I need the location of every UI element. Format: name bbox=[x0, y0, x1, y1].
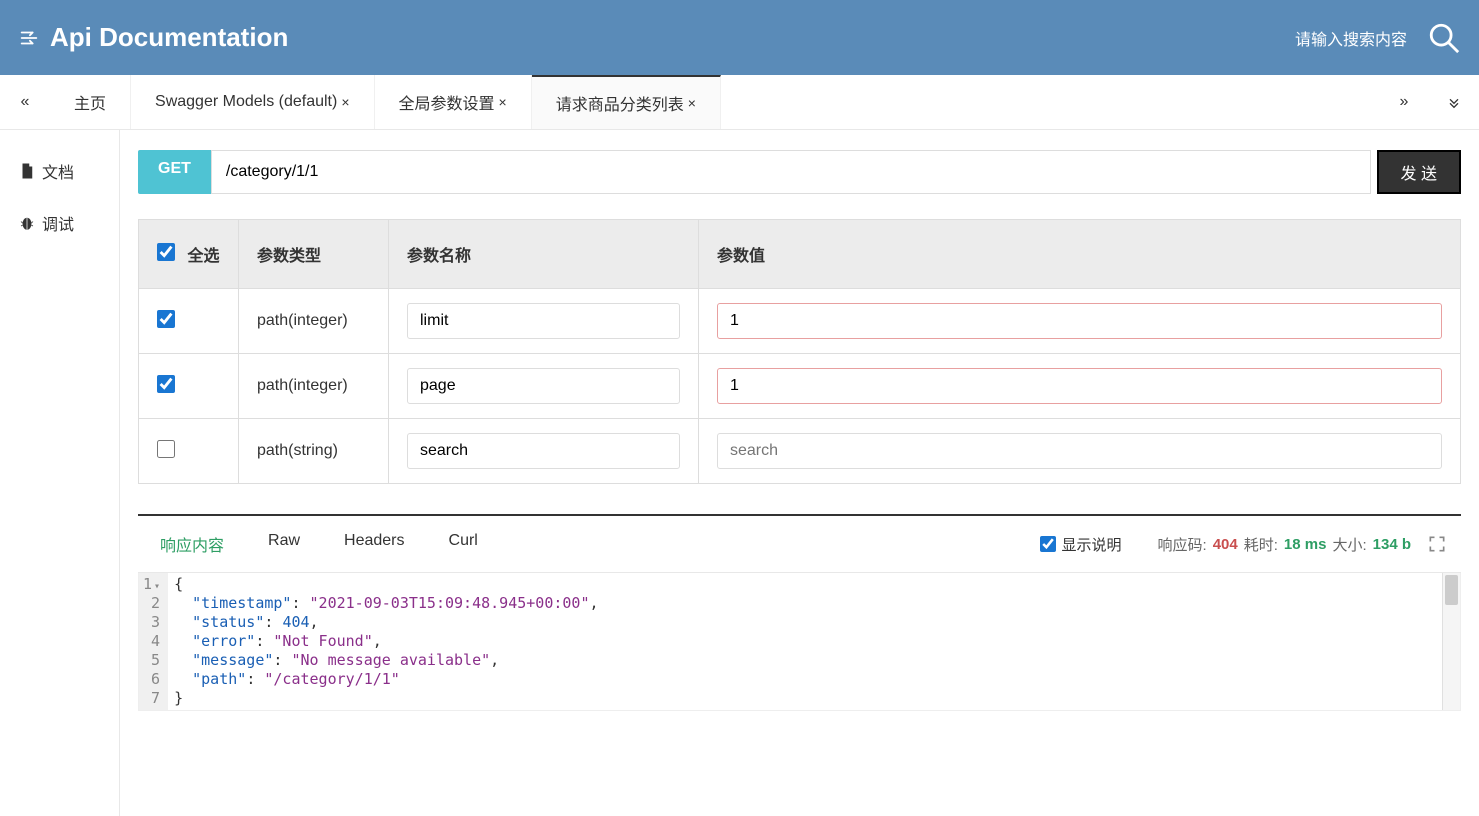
params-table: 全选 参数类型 参数名称 参数值 path(integer)path(integ… bbox=[138, 219, 1461, 484]
response-code-label: 响应码: bbox=[1158, 534, 1207, 555]
param-type-cell: path(string) bbox=[239, 419, 389, 484]
tab-label: 主页 bbox=[74, 90, 106, 114]
sidebar-item-label: 文档 bbox=[42, 159, 74, 183]
col-param-name: 参数名称 bbox=[389, 220, 699, 289]
response-tab-curl[interactable]: Curl bbox=[427, 516, 500, 572]
response-tab-content[interactable]: 响应内容 bbox=[138, 514, 246, 572]
response-section: 响应内容 Raw Headers Curl 显示说明 响应码: 404 耗时: 18… bbox=[138, 514, 1461, 711]
col-select-all: 全选 bbox=[139, 220, 239, 289]
param-name-input[interactable] bbox=[407, 433, 680, 469]
response-time-value: 18 ms bbox=[1284, 536, 1327, 553]
send-button[interactable]: 发 送 bbox=[1377, 150, 1461, 194]
response-size-label: 大小: bbox=[1332, 534, 1366, 555]
close-icon[interactable]: × bbox=[688, 95, 696, 111]
show-description-checkbox[interactable] bbox=[1040, 536, 1056, 552]
response-tab-headers[interactable]: Headers bbox=[322, 516, 426, 572]
close-icon[interactable]: × bbox=[341, 94, 349, 110]
tab-global-params[interactable]: 全局参数设置× bbox=[375, 75, 532, 129]
bug-icon bbox=[18, 214, 36, 232]
request-url-input[interactable] bbox=[211, 150, 1371, 194]
param-type-cell: path(integer) bbox=[239, 354, 389, 419]
param-name-input[interactable] bbox=[407, 368, 680, 404]
response-time-label: 耗时: bbox=[1244, 534, 1278, 555]
sidebar-item-doc[interactable]: 文档 bbox=[0, 145, 119, 197]
row-checkbox[interactable] bbox=[157, 440, 175, 458]
param-name-input[interactable] bbox=[407, 303, 680, 339]
row-checkbox[interactable] bbox=[157, 310, 175, 328]
tab-swagger-models[interactable]: Swagger Models (default)× bbox=[131, 75, 375, 129]
tabs-scroll-left-icon[interactable]: « bbox=[0, 75, 50, 129]
param-value-input[interactable] bbox=[717, 368, 1442, 404]
param-value-input[interactable] bbox=[717, 303, 1442, 339]
document-icon bbox=[18, 162, 36, 180]
content-pane: GET 发 送 全选 参数类型 参数名称 参数值 path(integer)pa… bbox=[120, 130, 1479, 816]
tabs-menu-icon[interactable] bbox=[1429, 75, 1479, 129]
line-gutter: 1 2 3 4 5 6 7 bbox=[139, 573, 168, 710]
col-param-value: 参数值 bbox=[699, 220, 1461, 289]
tab-label: 请求商品分类列表 bbox=[556, 91, 684, 115]
vertical-scrollbar[interactable] bbox=[1442, 573, 1460, 710]
param-value-input[interactable] bbox=[717, 433, 1442, 469]
code-body: { "timestamp": "2021-09-03T15:09:48.945+… bbox=[168, 573, 1460, 710]
col-header-label: 全选 bbox=[187, 248, 219, 265]
tab-category-list[interactable]: 请求商品分类列表× bbox=[532, 75, 721, 129]
app-header: Api Documentation 请输入搜索内容 bbox=[0, 0, 1479, 75]
table-row: path(string) bbox=[139, 419, 1461, 484]
app-title: Api Documentation bbox=[50, 22, 1295, 53]
menu-toggle-icon[interactable] bbox=[18, 27, 40, 49]
table-row: path(integer) bbox=[139, 289, 1461, 354]
tab-bar: « 主页 Swagger Models (default)× 全局参数设置× 请… bbox=[0, 75, 1479, 130]
search-input-placeholder[interactable]: 请输入搜索内容 bbox=[1295, 26, 1407, 50]
row-checkbox[interactable] bbox=[157, 375, 175, 393]
sidebar-item-debug[interactable]: 调试 bbox=[0, 197, 119, 249]
sidebar-item-label: 调试 bbox=[42, 211, 74, 235]
show-description-label: 显示说明 bbox=[1062, 534, 1122, 555]
sidebar: 文档 调试 bbox=[0, 130, 120, 816]
response-code-value: 404 bbox=[1213, 536, 1238, 553]
param-type-cell: path(integer) bbox=[239, 289, 389, 354]
response-json-editor[interactable]: 1 2 3 4 5 6 7 { "timestamp": "2021-09-03… bbox=[138, 573, 1461, 711]
close-icon[interactable]: × bbox=[499, 94, 507, 110]
tab-home[interactable]: 主页 bbox=[50, 75, 131, 129]
table-row: path(integer) bbox=[139, 354, 1461, 419]
select-all-checkbox[interactable] bbox=[157, 243, 175, 261]
response-tab-raw[interactable]: Raw bbox=[246, 516, 322, 572]
request-bar: GET 发 送 bbox=[138, 150, 1461, 194]
search-icon[interactable] bbox=[1427, 21, 1461, 55]
fullscreen-icon[interactable] bbox=[1427, 534, 1447, 554]
tabs-scroll-right-icon[interactable]: » bbox=[1379, 75, 1429, 129]
http-method-badge[interactable]: GET bbox=[138, 150, 211, 194]
tab-label: Swagger Models (default) bbox=[155, 93, 337, 111]
response-size-value: 134 b bbox=[1373, 536, 1411, 553]
tab-label: 全局参数设置 bbox=[399, 90, 495, 114]
response-header: 响应内容 Raw Headers Curl 显示说明 响应码: 404 耗时: 18… bbox=[138, 516, 1461, 573]
col-param-type: 参数类型 bbox=[239, 220, 389, 289]
